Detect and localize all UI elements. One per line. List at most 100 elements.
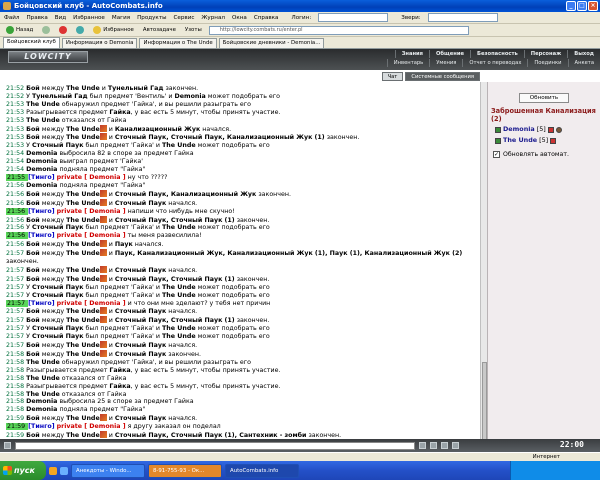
beasts-field[interactable] [427,13,498,22]
chat-timestamp[interactable]: 21:57 [6,276,26,283]
chat-timestamp[interactable]: 21:57 [6,308,26,315]
chat-timestamp[interactable]: 21:53 [6,109,26,116]
nav-inventory[interactable]: Инвентарь [386,59,429,67]
fight-icon[interactable] [99,341,107,349]
chat-timestamp[interactable]: 21:57 [6,250,26,257]
menu-help[interactable]: Справка [254,15,279,21]
chat-timestamp[interactable]: 21:56 [6,224,26,231]
chat-timestamp[interactable]: 21:54 [6,166,26,173]
tab-system-messages[interactable]: Системные сообщения [405,72,480,81]
nav-knowledge[interactable]: Знания [394,50,429,58]
nav-character[interactable]: Персонаж [523,50,567,58]
fight-icon[interactable] [99,198,107,206]
menu-service[interactable]: Сервис [174,15,195,21]
fight-icon[interactable] [99,414,107,422]
nav-duels[interactable]: Поединки [527,59,567,67]
chat-timestamp[interactable]: 21:56 [6,207,29,215]
back-button[interactable]: Назад [4,25,35,35]
stop-button[interactable] [57,25,69,35]
chat-timestamp[interactable]: 21:57 [6,292,26,299]
chat-timestamp[interactable]: 21:58 [6,359,26,366]
chat-timestamp[interactable]: 21:57 [6,284,26,291]
window-titlebar[interactable]: Бойцовский клуб - AutoCombats.info _ □ × [0,0,600,12]
refresh-location-button[interactable]: Обновить [519,93,569,103]
fight-icon[interactable] [99,265,107,273]
nav-communication[interactable]: Общение [429,50,470,58]
quicklaunch-icon[interactable] [60,466,68,475]
chat-timestamp[interactable]: 21:58 [6,391,26,398]
chat-timestamp[interactable]: 21:57 [6,333,26,340]
chat-timestamp[interactable]: 21:58 [6,406,26,413]
fight-icon[interactable] [99,189,107,197]
menu-favorites[interactable]: Избранное [73,15,105,21]
auto-update-checkbox[interactable]: ✓ [493,151,500,158]
chat-timestamp[interactable]: 21:53 [6,134,26,141]
chat-timestamp[interactable]: 21:56 [6,217,26,224]
chat-timestamp[interactable]: 21:54 [6,150,26,157]
chat-timestamp[interactable]: 21:55 [6,173,29,181]
menu-file[interactable]: Файл [4,15,19,21]
chat-timestamp[interactable]: 21:54 [6,158,26,165]
chat-message-input[interactable] [15,441,415,450]
settings-icon[interactable] [452,442,459,449]
chat-timestamp[interactable]: 21:57 [6,267,26,274]
filter-icon[interactable] [441,442,448,449]
player-name[interactable]: Demonia [503,125,535,134]
nodes-button[interactable]: Узоты [183,25,204,35]
chat-timestamp[interactable]: 21:58 [6,375,26,382]
refresh-button[interactable] [74,25,86,35]
auto-update-row[interactable]: ✓ Обновлять автомат. [493,151,597,158]
autofill-button[interactable]: Автозадаче [141,25,178,35]
tab-info-demonia[interactable]: Информация о Demonia [61,38,138,48]
chat-timestamp[interactable]: 21:57 [6,317,26,324]
quicklaunch-icon[interactable] [49,466,57,475]
chat-timestamp[interactable]: 21:58 [6,351,26,358]
chat-timestamp[interactable]: 21:56 [6,232,29,240]
forward-button[interactable] [40,25,52,35]
maximize-button[interactable]: □ [577,1,587,11]
chat-timestamp[interactable]: 21:56 [6,182,26,189]
chat-timestamp[interactable]: 21:59 [6,423,29,431]
chat-timestamp[interactable]: 21:57 [6,299,29,307]
address-bar[interactable]: http://lowcity.combats.ru/enter.pl [208,25,469,35]
chat-timestamp[interactable]: 21:53 [6,142,26,149]
fight-icon[interactable] [99,307,107,315]
sender-name[interactable]: [Тинго] [28,300,54,307]
favorites-button[interactable]: Избранное [91,25,136,35]
menu-magic[interactable]: Магия [112,15,130,21]
chat-timestamp[interactable]: 21:58 [6,398,26,405]
nav-security[interactable]: Безопасность [470,50,524,58]
sender-name[interactable]: [Тинго] [28,232,54,239]
fight-icon[interactable] [99,274,107,282]
tab-diaries-demonia[interactable]: Бойцовские дневники - Demonia... [218,38,325,48]
clear-icon[interactable] [430,442,437,449]
fight-icon[interactable] [99,350,107,357]
info-icon[interactable] [547,126,554,133]
task-button[interactable]: 8-91-755-93 - Ок... [148,463,222,478]
task-button[interactable]: AutoCombats.info [225,463,299,478]
private-tag[interactable]: private [ Demonia ] [57,232,126,239]
fight-icon[interactable] [99,133,107,141]
chat-timestamp[interactable]: 21:56 [6,191,26,198]
chat-timestamp[interactable]: 21:58 [6,383,26,390]
menu-view[interactable]: Вид [55,15,66,21]
smiley-icon[interactable] [4,442,11,449]
fight-icon[interactable] [99,431,107,439]
chat-timestamp[interactable]: 21:56 [6,241,26,248]
start-button[interactable]: пуск [0,461,46,480]
fight-icon[interactable] [99,124,107,132]
chat-timestamp[interactable]: 21:57 [6,342,26,349]
tab-fight-club[interactable]: Бойцовский клуб [3,37,60,48]
player-name[interactable]: The Unde [503,136,537,145]
chat-timestamp[interactable]: 21:57 [6,325,26,332]
player-row[interactable]: The Unde [5] [495,136,597,145]
fight-icon[interactable] [99,240,107,248]
chat-timestamp[interactable]: 21:59 [6,432,26,439]
sender-name[interactable]: [Тинго] [28,174,54,181]
menu-products[interactable]: Продукты [137,15,166,21]
menu-windows[interactable]: Окна [232,15,247,21]
fight-icon[interactable] [99,249,107,257]
private-tag[interactable]: private [ Demonia ] [57,423,126,430]
menu-edit[interactable]: Правка [26,15,47,21]
nav-profile[interactable]: Анкета [567,59,600,67]
